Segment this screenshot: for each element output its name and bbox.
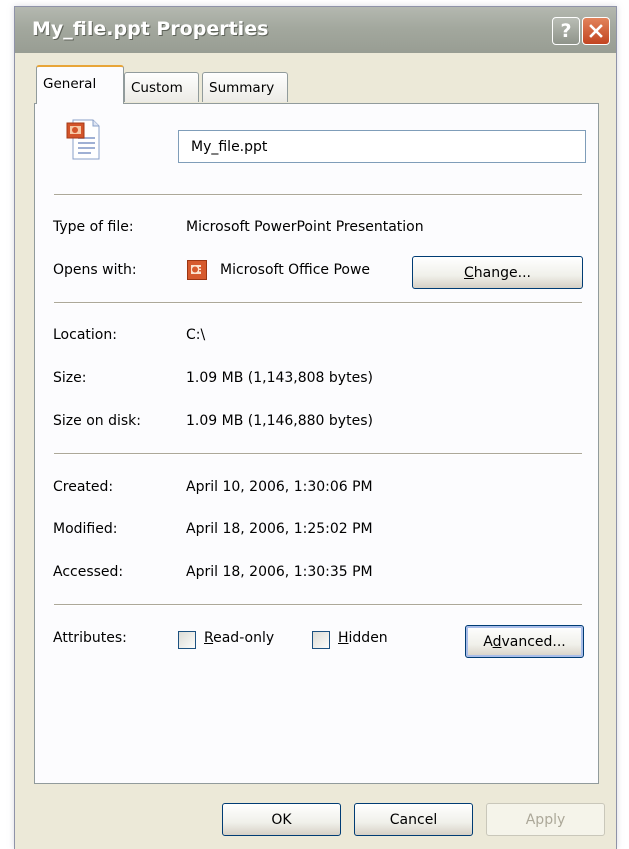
size-on-disk-label: Size on disk:	[53, 413, 141, 429]
opens-with-value: Microsoft Office Powe	[220, 262, 371, 278]
general-panel: Type of file: Microsoft PowerPoint Prese…	[34, 103, 599, 784]
location-value: C:\	[186, 327, 206, 343]
separator	[54, 302, 582, 304]
ok-button[interactable]: OK	[222, 803, 341, 836]
advanced-label-prefix: A	[483, 633, 493, 650]
read-only-text: ead-only	[213, 630, 275, 646]
tab-label: Custom	[131, 80, 183, 96]
help-icon: ?	[560, 20, 572, 42]
change-button[interactable]: Change...	[412, 256, 583, 289]
powerpoint-app-icon	[187, 260, 207, 280]
accessed-value: April 18, 2006, 1:30:35 PM	[186, 564, 373, 580]
properties-dialog: My_file.ppt Properties ? General Custom …	[14, 6, 617, 849]
advanced-label-suffix: vanced...	[501, 633, 566, 650]
tab-label: General	[43, 76, 97, 92]
change-label-suffix: hange...	[473, 264, 531, 281]
apply-button[interactable]: Apply	[486, 803, 605, 836]
accessed-label: Accessed:	[53, 564, 124, 580]
window-title: My_file.ppt Properties	[32, 18, 269, 40]
tab-summary[interactable]: Summary	[202, 72, 288, 102]
cancel-button[interactable]: Cancel	[354, 803, 473, 836]
modified-label: Modified:	[53, 521, 118, 537]
tab-general[interactable]: General	[36, 65, 124, 104]
hidden-checkbox[interactable]	[312, 631, 330, 649]
hidden-mnemonic: H	[338, 630, 349, 646]
created-label: Created:	[53, 479, 114, 495]
modified-value: April 18, 2006, 1:25:02 PM	[186, 521, 373, 537]
size-value: 1.09 MB (1,143,808 bytes)	[186, 370, 373, 386]
help-button[interactable]: ?	[552, 17, 580, 45]
file-name-field[interactable]	[178, 130, 586, 163]
size-on-disk-value: 1.09 MB (1,146,880 bytes)	[186, 413, 373, 429]
advanced-button[interactable]: Advanced...	[465, 625, 584, 658]
opens-with-label: Opens with:	[53, 262, 137, 278]
tab-label: Summary	[209, 80, 275, 96]
read-only-mnemonic: R	[204, 630, 214, 646]
powerpoint-file-icon	[66, 119, 100, 160]
type-value: Microsoft PowerPoint Presentation	[186, 219, 424, 235]
size-label: Size:	[53, 370, 87, 386]
change-mnemonic: C	[464, 264, 474, 281]
separator	[54, 453, 582, 455]
separator	[54, 194, 582, 196]
close-icon	[589, 24, 603, 38]
title-bar[interactable]: My_file.ppt Properties ?	[15, 7, 616, 53]
read-only-label[interactable]: Read-only	[204, 630, 274, 646]
close-button[interactable]	[582, 17, 610, 45]
read-only-checkbox[interactable]	[178, 631, 196, 649]
hidden-text: idden	[348, 630, 388, 646]
location-label: Location:	[53, 327, 117, 343]
type-label: Type of file:	[53, 219, 134, 235]
separator	[54, 604, 582, 606]
attributes-label: Attributes:	[53, 630, 127, 646]
hidden-label[interactable]: Hidden	[338, 630, 388, 646]
created-value: April 10, 2006, 1:30:06 PM	[186, 479, 373, 495]
tab-custom[interactable]: Custom	[124, 72, 199, 102]
